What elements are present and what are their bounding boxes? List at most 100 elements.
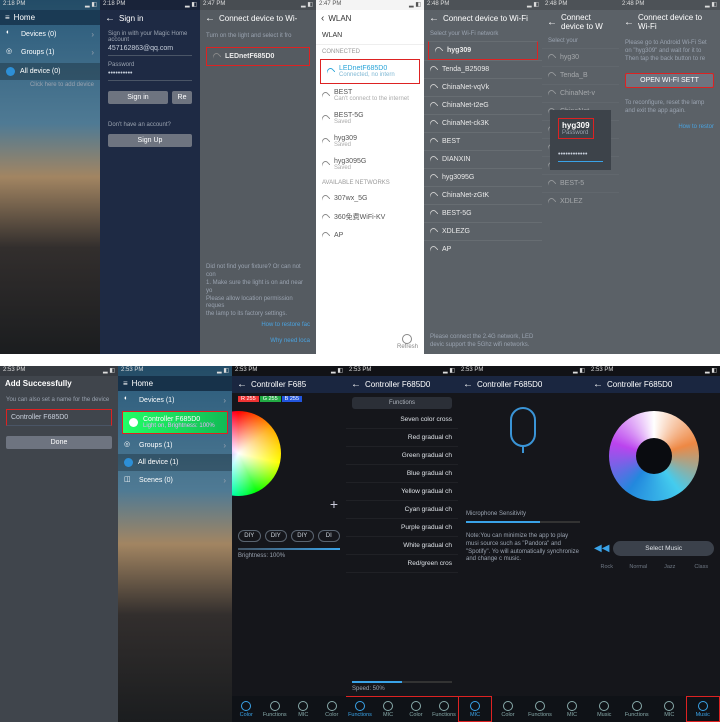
- password-field[interactable]: ••••••••••: [108, 68, 192, 81]
- wifi-password-field[interactable]: ••••••••••••: [558, 149, 603, 162]
- diy-slot-2[interactable]: DIY: [265, 530, 288, 542]
- all-device-row[interactable]: All device (1): [118, 454, 232, 471]
- devices-row[interactable]: ◐Devices (1)›: [118, 391, 232, 409]
- email-field[interactable]: 457162863@qq.com: [108, 43, 192, 56]
- genre-normal[interactable]: Normal: [624, 562, 654, 572]
- wifi-network-row[interactable]: AP: [424, 240, 542, 258]
- genre-classical[interactable]: Class: [687, 562, 717, 572]
- menu-icon[interactable]: ≡: [123, 379, 128, 388]
- restore-link[interactable]: How to restor: [619, 124, 720, 130]
- genre-rock[interactable]: Rock: [592, 562, 622, 572]
- diy-slot-4[interactable]: DI: [318, 530, 341, 542]
- wifi-network-row[interactable]: AP: [316, 227, 424, 244]
- signin-button[interactable]: Sign in: [108, 91, 168, 104]
- wifi-network-row[interactable]: 360免费WiFi-KV: [316, 207, 424, 227]
- function-row[interactable]: Yellow gradual ch: [346, 483, 458, 501]
- add-icon[interactable]: +: [330, 496, 338, 512]
- reset-button[interactable]: Re: [172, 91, 192, 104]
- tab-color[interactable]: Color: [492, 696, 524, 722]
- wifi-network-row[interactable]: Tenda_B: [542, 66, 619, 84]
- wifi-network-row[interactable]: hyg3095G: [424, 168, 542, 186]
- menu-icon[interactable]: ≡: [5, 13, 10, 22]
- sensitivity-slider[interactable]: [466, 521, 580, 523]
- function-row[interactable]: Cyan gradual ch: [346, 501, 458, 519]
- location-link[interactable]: Why need loca: [206, 338, 310, 344]
- tab-mic[interactable]: MIC: [289, 696, 318, 722]
- back-icon[interactable]: ‹: [321, 13, 324, 24]
- connected-network-row[interactable]: LEDnetF685D0Connected, no intern: [320, 59, 420, 84]
- function-row[interactable]: Red/green cros: [346, 555, 458, 573]
- brightness-slider[interactable]: [238, 548, 340, 550]
- wifi-network-row[interactable]: BEST: [424, 132, 542, 150]
- wifi-network-row[interactable]: ChinaNet-v: [542, 84, 619, 102]
- device-row[interactable]: LEDnetF685D0: [206, 47, 310, 66]
- groups-row[interactable]: ◎Groups (1)›: [118, 436, 232, 454]
- color-wheel[interactable]: [232, 411, 281, 496]
- tab-color-2[interactable]: Color: [318, 696, 347, 722]
- wifi-network-row[interactable]: DIANXIN: [424, 150, 542, 168]
- tab-mic[interactable]: MIC: [458, 696, 492, 722]
- groups-row[interactable]: ◎Groups (1)›: [0, 43, 100, 61]
- tab-functions[interactable]: Functions: [261, 696, 290, 722]
- tab-music-2[interactable]: Music: [686, 696, 720, 722]
- function-row[interactable]: White gradual ch: [346, 537, 458, 555]
- scenes-row[interactable]: ◫Scenes (0)›: [118, 471, 232, 489]
- function-row[interactable]: Seven color cross: [346, 411, 458, 429]
- back-icon[interactable]: ←: [547, 17, 557, 28]
- wifi-network-row[interactable]: Tenda_B25098: [424, 60, 542, 78]
- back-icon[interactable]: ←: [205, 13, 215, 24]
- tab-mic[interactable]: MIC: [653, 696, 686, 722]
- tab-functions-2[interactable]: Functions: [430, 697, 458, 722]
- wifi-network-row[interactable]: 307wx_5G: [316, 190, 424, 207]
- wifi-network-row[interactable]: ChinaNet-vqVk: [424, 78, 542, 96]
- back-icon[interactable]: ←: [351, 379, 361, 390]
- function-row[interactable]: Green gradual ch: [346, 447, 458, 465]
- genre-jazz[interactable]: Jazz: [655, 562, 685, 572]
- back-icon[interactable]: ←: [237, 379, 247, 390]
- wifi-network-row[interactable]: BESTCan't connect to the internet: [316, 84, 424, 107]
- back-icon[interactable]: ←: [624, 17, 634, 28]
- device-name-field[interactable]: Controller F685D0: [6, 409, 112, 426]
- wifi-network-row[interactable]: BEST-5GSaved: [316, 107, 424, 130]
- select-music-button[interactable]: Select Music: [613, 541, 714, 556]
- all-device-row[interactable]: All device (0): [0, 63, 100, 80]
- tab-functions[interactable]: Functions: [621, 696, 654, 722]
- signup-button[interactable]: Sign Up: [108, 134, 192, 147]
- tab-music[interactable]: Music: [588, 696, 621, 722]
- wifi-network-row[interactable]: ChinaNet-zGtK: [424, 186, 542, 204]
- functions-dropdown[interactable]: Functions: [352, 397, 452, 409]
- back-icon[interactable]: ←: [429, 13, 439, 24]
- function-row[interactable]: Red gradual ch: [346, 429, 458, 447]
- wifi-network-row[interactable]: hyg3095GSaved: [316, 153, 424, 176]
- function-row[interactable]: Purple gradual ch: [346, 519, 458, 537]
- wifi-network-row[interactable]: hyg30: [542, 48, 619, 66]
- tab-mic-2[interactable]: MIC: [556, 696, 588, 722]
- controller-row[interactable]: Controller F685D0Light on, Brightness: 1…: [122, 411, 228, 434]
- tab-functions[interactable]: Functions: [346, 697, 374, 722]
- tab-functions[interactable]: Functions: [524, 696, 556, 722]
- wifi-network-row[interactable]: hyg309: [428, 41, 538, 60]
- back-icon[interactable]: ←: [105, 13, 115, 24]
- devices-row[interactable]: ◐Devices (0)›: [0, 25, 100, 43]
- wlan-toggle-row[interactable]: WLAN: [316, 27, 424, 45]
- wifi-network-row[interactable]: ChinaNet-t2eG: [424, 96, 542, 114]
- prev-button[interactable]: ◀◀: [594, 543, 609, 554]
- wifi-network-row[interactable]: ChinaNet-ck3K: [424, 114, 542, 132]
- open-wifi-button[interactable]: OPEN WI-FI SETT: [625, 73, 714, 88]
- restore-link[interactable]: How to restore fac: [206, 322, 310, 328]
- back-icon[interactable]: ←: [463, 379, 473, 390]
- diy-slot-3[interactable]: DIY: [291, 530, 314, 542]
- wifi-network-row[interactable]: BEST-5G: [424, 204, 542, 222]
- wifi-network-row[interactable]: hyg309Saved: [316, 130, 424, 153]
- refresh-button[interactable]: Refresh: [397, 334, 418, 350]
- wifi-network-row[interactable]: XDLEZ: [542, 192, 619, 210]
- speed-slider[interactable]: [352, 681, 452, 683]
- wifi-network-row[interactable]: XDLEZG: [424, 222, 542, 240]
- diy-slot-1[interactable]: DIY: [238, 530, 261, 542]
- function-row[interactable]: Blue gradual ch: [346, 465, 458, 483]
- tab-color[interactable]: Color: [232, 696, 261, 722]
- tab-mic[interactable]: MIC: [374, 697, 402, 722]
- microphone-icon[interactable]: [510, 407, 536, 447]
- tab-color[interactable]: Color: [402, 697, 430, 722]
- wifi-network-row[interactable]: BEST-5: [542, 174, 619, 192]
